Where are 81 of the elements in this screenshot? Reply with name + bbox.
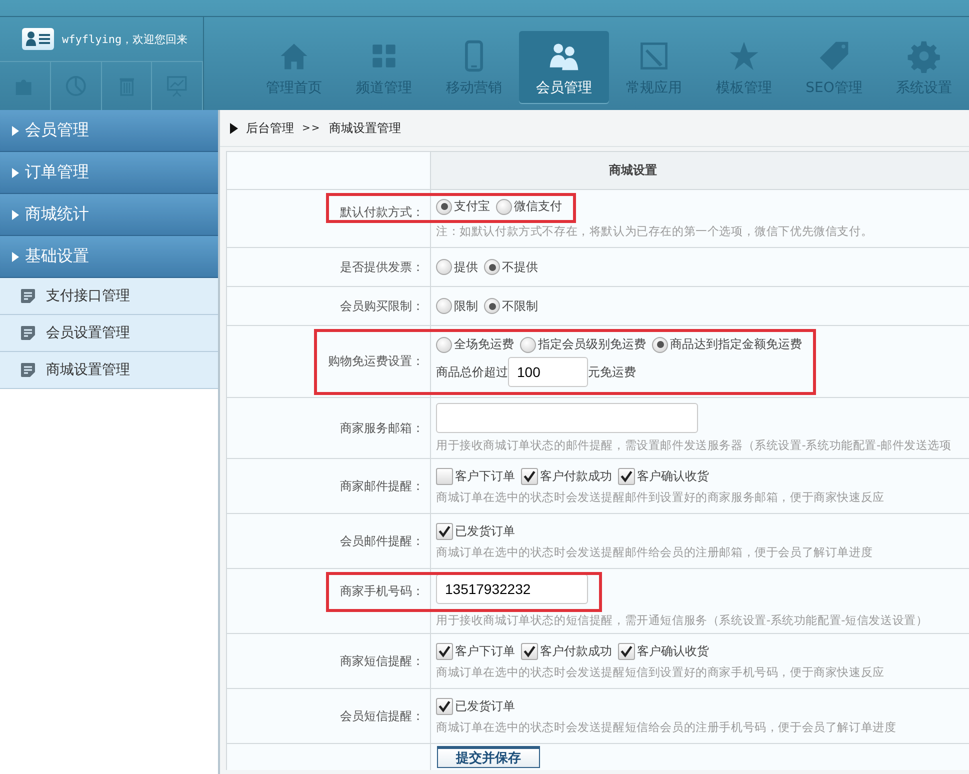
hint-text: 商城订单在选中的状态时会发送提醒短信到设置好的商家手机号码，便于商家快速反应	[436, 664, 886, 680]
field-label: 会员邮件提醒：	[340, 534, 424, 548]
amount-field[interactable]: 100	[508, 357, 588, 387]
breadcrumb-separator: >>	[302, 122, 321, 134]
field-label: 默认付款方式：	[340, 205, 424, 219]
checkbox[interactable]	[618, 468, 635, 484]
option-label[interactable]: 不提供	[502, 258, 538, 276]
hint-text: 商城订单在选中的状态时会发送提醒短信给会员的注册手机号码，便于会员了解订单进度	[436, 720, 898, 734]
menu-item[interactable]: 支付接口管理	[0, 278, 218, 315]
checkbox[interactable]	[436, 642, 453, 660]
field-label: 商家服务邮箱：	[340, 420, 424, 434]
radio-button[interactable]	[484, 259, 500, 275]
menu-group[interactable]: 商城统计	[0, 194, 218, 236]
triangle-icon	[12, 126, 19, 136]
option-label[interactable]: 已发货订单	[455, 698, 515, 714]
option-label[interactable]: 支付宝	[454, 198, 490, 215]
triangle-icon	[12, 210, 19, 220]
option-label[interactable]: 提供	[454, 258, 478, 276]
input-field[interactable]: 13517932232	[436, 574, 588, 604]
triangle-icon	[12, 252, 19, 262]
option-label[interactable]: 商品达到指定金额免运费	[670, 336, 802, 353]
field-label: 商家邮件提醒：	[340, 478, 424, 492]
checkbox[interactable]	[618, 642, 635, 660]
option-label[interactable]: 客户下订单	[455, 642, 515, 660]
option-label[interactable]: 客户下订单	[455, 468, 515, 484]
breadcrumb-current: 商城设置管理	[328, 120, 401, 136]
option-label[interactable]: 指定会员级别免运费	[538, 336, 646, 353]
option-label[interactable]: 客户付款成功	[540, 642, 612, 660]
option-label[interactable]: 限制	[454, 298, 478, 314]
nav-tab[interactable]: 会员管理	[519, 31, 609, 103]
triangle-icon	[12, 168, 19, 178]
table-title: 商城设置	[430, 152, 969, 190]
menu-item[interactable]: 会员设置管理	[0, 315, 218, 352]
field-label: 会员短信提醒：	[340, 708, 424, 722]
document-icon	[20, 362, 36, 378]
option-label[interactable]: 已发货订单	[455, 522, 515, 540]
option-label[interactable]: 全场免运费	[454, 336, 514, 353]
hint-text: 用于接收商城订单状态的邮件提醒，需设置邮件发送服务器（系统设置-系统功能配置-邮件发送选项	[436, 438, 952, 453]
checkbox[interactable]	[436, 698, 453, 714]
hint-text: 用于接收商城订单状态的短信提醒，需开通短信服务（系统设置-系统功能配置-短信发送设置）	[436, 613, 929, 628]
welcome-text: wfyflying，欢迎您回来	[62, 32, 188, 46]
menu-item[interactable]: 商城设置管理	[0, 352, 218, 389]
triangle-icon	[230, 122, 238, 134]
radio-button[interactable]	[436, 336, 452, 352]
field-label: 是否提供发票：	[340, 260, 424, 274]
hint-text: 注：如默认付款方式不存在，将默认为已存在的第一个选项，微信下优先微信支付。	[436, 224, 874, 239]
radio-button[interactable]	[652, 336, 668, 352]
checkbox[interactable]	[436, 468, 453, 484]
option-label[interactable]: 不限制	[502, 298, 538, 314]
radio-button[interactable]	[496, 198, 512, 214]
radio-button[interactable]	[436, 259, 452, 275]
option-label[interactable]: 客户付款成功	[540, 468, 612, 484]
radio-button[interactable]	[520, 336, 536, 352]
checkbox[interactable]	[436, 522, 453, 540]
hint-text: 商城订单在选中的状态时会发送提醒邮件到设置好的商家服务邮箱，便于商家快速反应	[436, 490, 886, 504]
input-field[interactable]	[436, 403, 698, 433]
field-label: 购物免运费设置：	[328, 354, 424, 368]
tag-icon	[817, 39, 851, 73]
user-card-icon	[22, 28, 54, 50]
checkbox[interactable]	[521, 642, 538, 660]
checkbox[interactable]	[521, 468, 538, 484]
option-label[interactable]: 微信支付	[514, 198, 562, 215]
field-label: 商家手机号码：	[340, 584, 424, 598]
amount-prefix: 商品总价超过	[436, 364, 508, 380]
option-label[interactable]: 客户确认收货	[637, 642, 709, 660]
hint-text: 商城订单在选中的状态时会发送提醒邮件给会员的注册邮箱，便于会员了解订单进度	[436, 544, 874, 560]
submit-button[interactable]: 提交并保存	[437, 746, 540, 768]
field-label: 商家短信提醒：	[340, 654, 424, 668]
document-icon	[20, 325, 36, 341]
gear-icon	[907, 39, 941, 73]
amount-suffix: 元免运费	[588, 364, 636, 380]
menu-group[interactable]: 基础设置	[0, 236, 218, 278]
option-label[interactable]: 客户确认收货	[637, 468, 709, 484]
radio-button[interactable]	[436, 198, 452, 214]
document-icon	[20, 288, 36, 304]
menu-group[interactable]: 会员管理	[0, 110, 218, 152]
field-label: 会员购买限制：	[340, 298, 424, 312]
radio-button[interactable]	[484, 298, 500, 314]
menu-group[interactable]: 订单管理	[0, 152, 218, 194]
breadcrumb-link[interactable]: 后台管理	[246, 120, 294, 136]
radio-button[interactable]	[436, 298, 452, 314]
